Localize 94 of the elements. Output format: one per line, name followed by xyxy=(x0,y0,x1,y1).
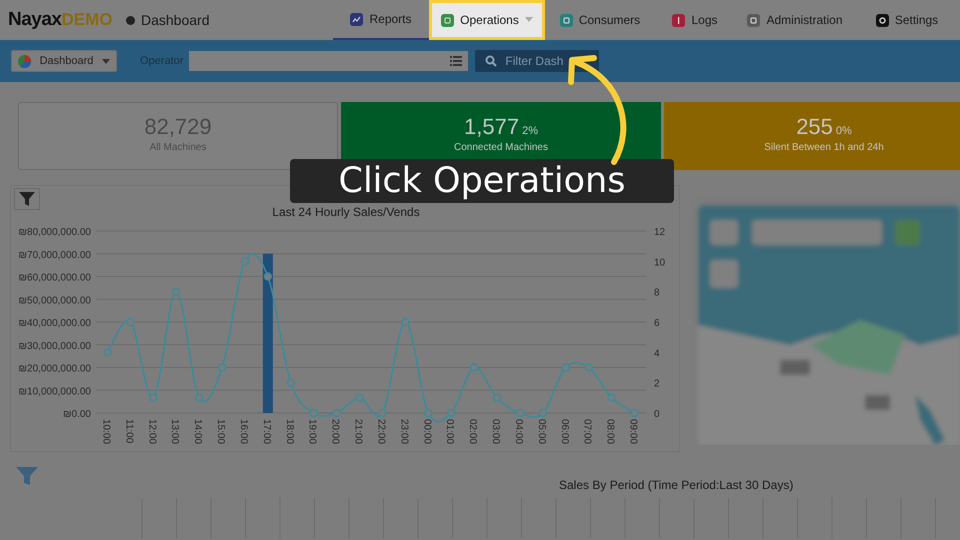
nav-item[interactable]: Settings xyxy=(855,0,959,40)
x-axis-label: 23:00 xyxy=(398,419,410,444)
x-axis-label: 16:00 xyxy=(238,419,249,444)
y-axis-label: 2 xyxy=(654,378,660,390)
y-axis-label: 4 xyxy=(654,348,660,360)
dashboard-dropdown[interactable]: Dashboard xyxy=(11,50,117,72)
x-axis-label: 04:00 xyxy=(512,419,524,444)
nav-item[interactable]: Consumers xyxy=(545,0,655,40)
y-axis-label: ₪80,000,000.00 xyxy=(18,227,91,238)
x-axis-label: 00:00 xyxy=(421,419,432,444)
y-axis-label: ₪60,000,000.00 xyxy=(18,272,91,284)
nav-item[interactable]: Administration xyxy=(735,0,855,40)
data-point xyxy=(630,408,639,418)
data-point xyxy=(310,408,318,418)
nav-item[interactable]: Logs xyxy=(655,0,735,40)
pie-chart-icon xyxy=(18,54,31,68)
operator-field[interactable] xyxy=(189,51,468,71)
nav-item[interactable]: Operations xyxy=(429,0,545,40)
y-axis-label: ₪10,000,000.00 xyxy=(18,386,91,398)
x-axis-label: 20:00 xyxy=(330,419,341,444)
y-axis-label: 8 xyxy=(654,288,660,299)
logo: NayaxDEMO xyxy=(8,9,114,31)
data-point xyxy=(149,394,158,402)
y-axis-label: 0 xyxy=(654,409,660,420)
chart-title: Sales By Period (Time Period:Last 30 Days) xyxy=(559,478,794,492)
y-axis-label: ₪30,000,000.00 xyxy=(18,340,91,352)
data-point xyxy=(401,318,410,326)
data-point xyxy=(562,363,570,372)
data-point xyxy=(516,408,524,418)
caret-icon xyxy=(102,58,110,64)
stat-value: 255 xyxy=(796,114,833,138)
data-point xyxy=(126,318,135,326)
y-axis-label: ₪0.00 xyxy=(63,409,91,420)
stat-label: Silent Between 1h and 24h xyxy=(764,142,884,152)
data-point xyxy=(492,394,502,402)
search-icon xyxy=(485,55,498,67)
chart-title: Last 24 Hourly Sales/Vends xyxy=(272,205,420,219)
data-point xyxy=(240,257,250,266)
x-axis-label: 09:00 xyxy=(628,419,639,444)
x-axis-label: 14:00 xyxy=(192,419,204,444)
x-axis-label: 10:00 xyxy=(100,419,112,444)
data-point xyxy=(286,378,295,387)
filter-button[interactable] xyxy=(14,188,40,210)
dot-icon xyxy=(126,16,135,24)
funnel-icon[interactable] xyxy=(16,466,38,486)
list-icon xyxy=(450,56,462,66)
x-axis-label: 06:00 xyxy=(558,419,570,444)
data-point xyxy=(264,272,272,281)
stat-value: 1,577 xyxy=(464,114,520,138)
data-point xyxy=(355,394,364,402)
x-axis-label: 15:00 xyxy=(215,419,226,444)
x-axis-label: 12:00 xyxy=(146,419,158,444)
y-axis-label: ₪20,000,000.00 xyxy=(18,364,91,374)
x-axis-label: 08:00 xyxy=(604,419,616,444)
x-axis-label: 21:00 xyxy=(352,419,364,444)
y-axis-label: 10 xyxy=(654,257,666,268)
data-point xyxy=(470,363,478,372)
y-axis-label: ₪50,000,000.00 xyxy=(18,295,91,306)
tutorial-caption: Click Operations xyxy=(290,159,674,203)
x-axis-label: 18:00 xyxy=(284,419,295,444)
stat-percent: 2% xyxy=(522,124,538,136)
funnel-icon xyxy=(19,191,35,207)
data-point xyxy=(332,408,341,418)
x-axis-label: 19:00 xyxy=(306,419,318,444)
chart-icon xyxy=(350,12,364,26)
stat-label: Connected Machines xyxy=(454,142,548,152)
data-point xyxy=(103,348,112,357)
operator-label: Operator xyxy=(140,55,184,67)
data-point xyxy=(584,363,593,372)
data-point xyxy=(218,363,226,372)
x-axis-label: 11:00 xyxy=(123,419,134,444)
x-axis-label: 17:00 xyxy=(260,419,272,444)
x-axis-label: 13:00 xyxy=(169,419,180,444)
x-axis-label: 01:00 xyxy=(444,419,456,444)
x-axis-label: 03:00 xyxy=(490,419,502,444)
y-axis-label: ₪40,000,000.00 xyxy=(18,318,91,329)
x-axis-label: 02:00 xyxy=(467,419,478,444)
x-axis-label: 22:00 xyxy=(375,419,386,444)
stat-percent: 0% xyxy=(836,124,852,136)
x-axis-label: 05:00 xyxy=(536,419,547,444)
alert-icon xyxy=(672,14,686,26)
data-point xyxy=(194,394,204,402)
page-title: Dashboard xyxy=(141,12,210,28)
data-point xyxy=(607,394,616,402)
data-point xyxy=(424,408,432,418)
y-axis-label: 6 xyxy=(654,318,660,329)
data-point xyxy=(378,408,387,418)
data-point xyxy=(538,408,548,418)
y-axis-label: 12 xyxy=(654,227,666,238)
x-axis-label: 07:00 xyxy=(582,419,593,444)
settings-icon xyxy=(876,14,889,26)
data-point xyxy=(447,408,456,418)
y-axis-label: ₪70,000,000.00 xyxy=(18,250,91,261)
data-point xyxy=(172,287,180,296)
